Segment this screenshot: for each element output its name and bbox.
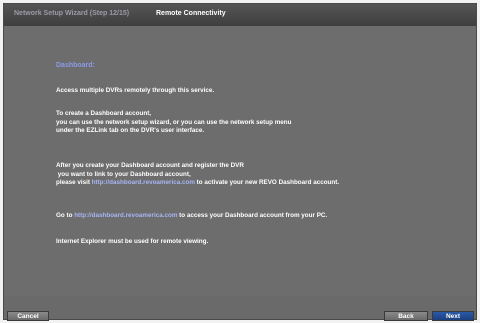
wizard-step-label: Network Setup Wizard (Step 12/15): [14, 10, 130, 17]
paragraph-goto: Go to http://dashboard.revoamerica.com t…: [56, 212, 327, 221]
paragraph-line: you want to link to your Dashboard accou…: [56, 170, 191, 178]
back-button[interactable]: Back: [384, 311, 428, 321]
wizard-title: Remote Connectivity: [156, 10, 226, 17]
section-heading: Dashboard:: [56, 62, 95, 69]
paragraph-line: please visit http://dashboard.revoameric…: [56, 179, 339, 188]
paragraph-line: under the EZLink tab on the DVR's user i…: [56, 127, 205, 135]
paragraph-access: Access multiple DVRs remotely through th…: [56, 87, 215, 94]
paragraph-line: To create a Dashboard account,: [56, 110, 152, 117]
cancel-button[interactable]: Cancel: [7, 311, 49, 321]
text-segment: please visit: [56, 179, 92, 187]
dashboard-link[interactable]: http://dashboard.revoamerica.com: [92, 179, 195, 186]
paragraph-line: After you create your Dashboard account …: [56, 162, 244, 169]
paragraph-ie-note: Internet Explorer must be used for remot…: [56, 238, 209, 245]
wizard-window: Network Setup Wizard (Step 12/15) Remote…: [3, 3, 477, 320]
wizard-content: Dashboard: Access multiple DVRs remotely…: [4, 26, 476, 296]
text-segment: to activate your new REVO Dashboard acco…: [194, 179, 340, 187]
paragraph-activate: After you create your Dashboard account …: [56, 162, 339, 188]
next-button[interactable]: Next: [432, 311, 474, 321]
text-segment: Go to: [56, 212, 75, 219]
paragraph-create-account: To create a Dashboard account, you can u…: [56, 110, 291, 136]
dashboard-link-2[interactable]: http://dashboard.revoamerica.com: [74, 212, 177, 219]
paragraph-line: you can use the network setup wizard, or…: [56, 118, 292, 126]
text-segment: to access your Dashboard account from yo…: [177, 212, 328, 219]
wizard-titlebar: Network Setup Wizard (Step 12/15) Remote…: [4, 4, 476, 26]
